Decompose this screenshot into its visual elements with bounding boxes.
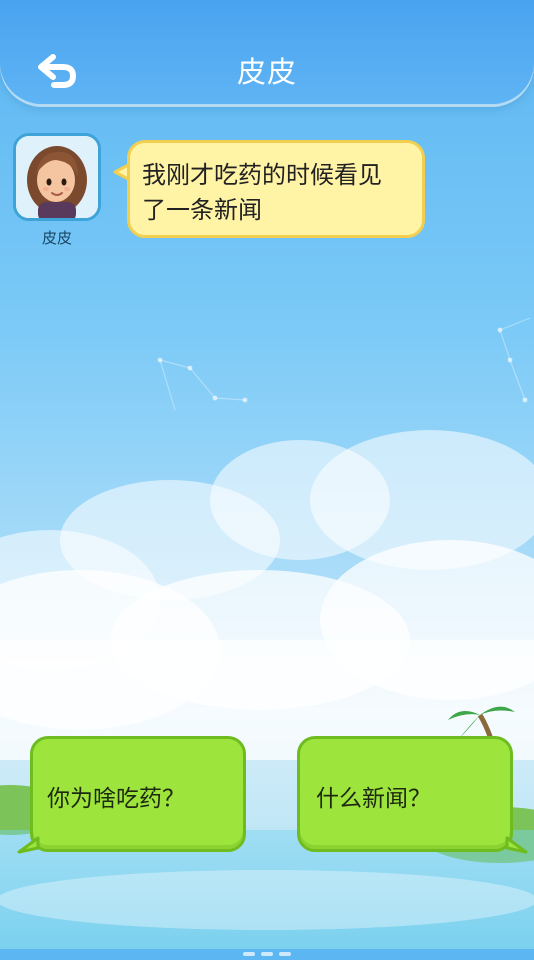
choice-label: 你为啥吃药？ bbox=[47, 786, 185, 812]
choice-button-what-news[interactable]: 什么新闻？ bbox=[297, 736, 513, 852]
choice-button-why-medicine[interactable]: 你为啥吃药？ bbox=[30, 736, 246, 852]
speaker-name: 皮皮 bbox=[41, 229, 72, 247]
choice-tail-left bbox=[17, 836, 40, 854]
header-bar: 皮皮 bbox=[0, 0, 534, 104]
page-title: 皮皮 bbox=[236, 55, 297, 89]
message-line-2: 了一条新闻 bbox=[142, 196, 262, 224]
avatar bbox=[13, 133, 101, 221]
choice-label: 什么新闻？ bbox=[316, 786, 431, 812]
choice-tail-right bbox=[505, 836, 528, 854]
speech-bubble: 我刚才吃药的时候看见 了一条新闻 bbox=[127, 140, 425, 238]
avatar-character-icon bbox=[16, 136, 98, 218]
message-line-1: 我刚才吃药的时候看见 bbox=[142, 161, 382, 189]
page-indicator bbox=[0, 941, 534, 960]
